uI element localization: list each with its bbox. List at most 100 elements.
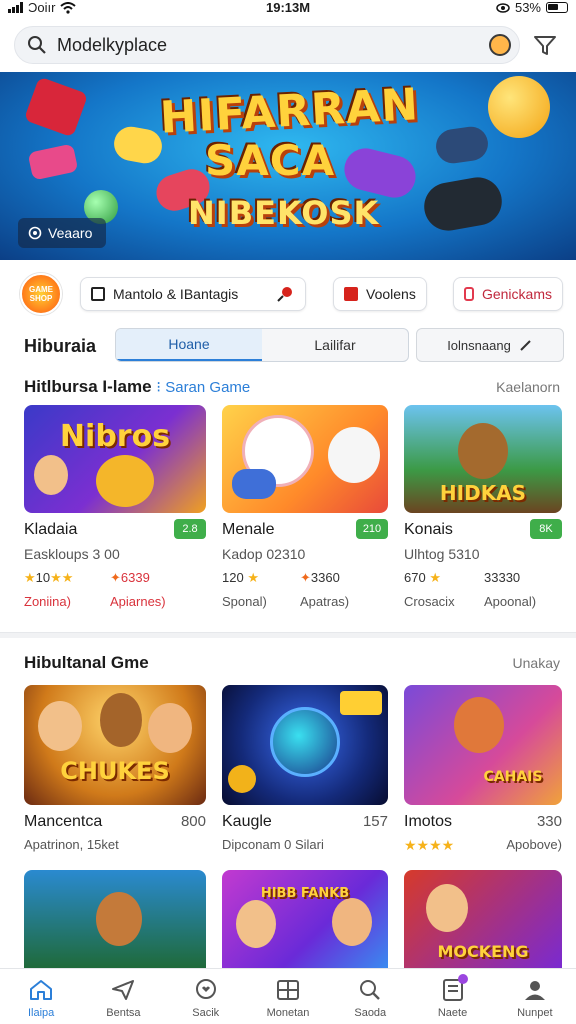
game-thumbnail[interactable]: MOCKENG (404, 870, 562, 968)
section1-title: Hitlbursa I-lame ⁝ Saran Game (24, 377, 250, 397)
game-rating: 120 ★ (222, 570, 259, 586)
panel-icon (91, 287, 105, 301)
wifi-icon (60, 1, 77, 14)
game-thumbnail[interactable]: HIBB FANKB (222, 870, 388, 968)
game-card[interactable]: CHUKES Mancentca 800 Apatrinon, 15ket (24, 685, 206, 857)
grid-icon (276, 980, 299, 1000)
battery-icon (546, 2, 568, 13)
app-logo[interactable]: GAME SHOP (20, 273, 62, 315)
character-art (426, 884, 468, 932)
count-value: 6339 (120, 570, 150, 585)
banner-title-line2: SACA (205, 136, 336, 185)
globe-icon (28, 226, 42, 240)
count-value: 3360 (310, 570, 340, 585)
section1-see-all-link[interactable]: Kaelanorn (496, 379, 560, 395)
nav-label: Ilaipa (27, 1007, 55, 1019)
gamepad-decoration (433, 124, 491, 166)
nav-label: Naete (437, 1007, 468, 1019)
game-thumbnail[interactable]: CHUKES (24, 685, 206, 805)
character-art (38, 701, 82, 751)
game-thumbnail[interactable]: HIDKAS (404, 405, 562, 513)
nav-item-chat[interactable]: Sacik (165, 969, 247, 1024)
game-thumbnail-title: HIBB FANKB (260, 886, 350, 901)
filter-icon[interactable] (532, 32, 558, 58)
nav-label: Saoda (354, 1007, 387, 1019)
status-right: 53% (496, 0, 568, 15)
tab-more[interactable]: Iolnsnaang (416, 328, 564, 362)
tab-latest[interactable]: Lailifar (262, 329, 408, 361)
quick-action-videos[interactable]: Voolens (333, 277, 427, 311)
game-tag-right: Apiarnes) (110, 594, 166, 609)
fire-icon: ✦ (110, 570, 121, 585)
search-bar[interactable]: Modelkyplace (14, 26, 520, 64)
signal-icon (8, 2, 23, 13)
sign-decoration (340, 691, 382, 715)
coin-decoration (228, 765, 256, 793)
game-card[interactable]: HIDKAS Konais 8K Ulhtog 5310 670 ★ 33330… (404, 405, 562, 615)
game-count: ✦3360 (300, 570, 340, 586)
game-number: 330 (536, 813, 562, 830)
character-art (100, 693, 142, 747)
section1-title-text: Hitlbursa I-lame (24, 377, 152, 396)
gamepad-decoration (111, 124, 165, 166)
nav-item-search[interactable]: Saoda (329, 969, 411, 1024)
game-tag-left: Sponal) (222, 594, 267, 609)
quick-action-genres[interactable]: Genickams (453, 277, 563, 311)
section1-accent: ⁝ Saran Game (156, 379, 251, 396)
game-name: Kladaia (24, 521, 78, 538)
chat-heart-icon (195, 979, 216, 999)
banner-chip[interactable]: Veaaro (18, 218, 107, 248)
nav-label: Monetan (266, 1007, 310, 1019)
character-art (236, 900, 276, 948)
banner-title-line1: HIFARRAN (158, 79, 421, 144)
star-icon: ★★ (50, 570, 74, 585)
game-card[interactable]: Nibros Kladaia 2.8 Easkloups 3 00 ★10★★ … (24, 405, 206, 615)
app-logo-text: GAME SHOP (29, 285, 53, 303)
nav-item-grid[interactable]: Monetan (247, 969, 329, 1024)
game-card[interactable]: Kaugle 157 Dipconam 0 Silari (222, 685, 388, 857)
nav-item-home[interactable]: Ilaipa (0, 969, 82, 1024)
star-icon: ★ (247, 570, 259, 585)
search-icon (28, 36, 46, 54)
game-card[interactable]: CAHAIS Imotos 330 ★★★★ Apobove) (404, 685, 562, 857)
ball-decoration (488, 76, 550, 138)
status-left: Ɔoiır (8, 0, 77, 15)
section2-see-all-link[interactable]: Unakay (513, 655, 560, 671)
game-thumbnail-title: CAHAIS (483, 769, 543, 785)
battery-label: 53% (514, 0, 541, 15)
game-thumbnail[interactable]: CAHAIS (404, 685, 562, 805)
game-thumbnail[interactable] (222, 405, 388, 513)
nav-item-send[interactable]: Bentsa (82, 969, 164, 1024)
bag-icon (464, 287, 474, 301)
nav-item-profile[interactable]: Nunpet (494, 969, 576, 1024)
tab-home[interactable]: Hoane (116, 329, 262, 361)
game-tag-left: Zoniina) (24, 594, 71, 609)
category-title: Hiburaia (24, 336, 97, 356)
game-thumbnail-title: MOCKENG (437, 942, 529, 961)
app-screen: Ɔoiır 19:13M 53% Modelkyplace HIFARRAN S… (0, 0, 576, 1024)
search-input[interactable]: Modelkyplace (57, 35, 167, 56)
game-thumbnail[interactable]: Nibros (24, 405, 206, 513)
nav-item-notes[interactable]: Naete (411, 969, 493, 1024)
game-name: Mancentca (24, 813, 103, 830)
game-thumbnail[interactable] (24, 870, 206, 968)
game-subtitle: Easkloups 3 00 (24, 546, 120, 562)
category-tabs: Hoane Lailifar (115, 328, 409, 362)
game-number: 157 (362, 813, 388, 830)
quick-action-settings[interactable]: Mantolo & IBantagis (80, 277, 306, 311)
game-card[interactable]: Menale 210 Kadop 02310 120 ★ ✦3360 Spona… (222, 405, 388, 615)
game-tag: Apobove) (506, 837, 562, 852)
tab-more-label: Iolnsnaang (447, 337, 511, 353)
game-name: Imotos (404, 813, 453, 830)
search-icon (360, 980, 381, 1000)
game-name: Menale (222, 521, 275, 538)
game-thumbnail-title: HIDKAS (439, 481, 527, 505)
character-art (454, 697, 504, 753)
game-thumbnail[interactable] (222, 685, 388, 805)
game-count: ✦6339 (110, 570, 150, 586)
rating-value: 10 (35, 570, 51, 585)
game-tag-left: Crosacix (404, 594, 455, 609)
voice-assistant-icon[interactable] (489, 34, 511, 56)
section1-accent-text: Saran Game (165, 379, 251, 396)
edit-icon (520, 340, 531, 351)
